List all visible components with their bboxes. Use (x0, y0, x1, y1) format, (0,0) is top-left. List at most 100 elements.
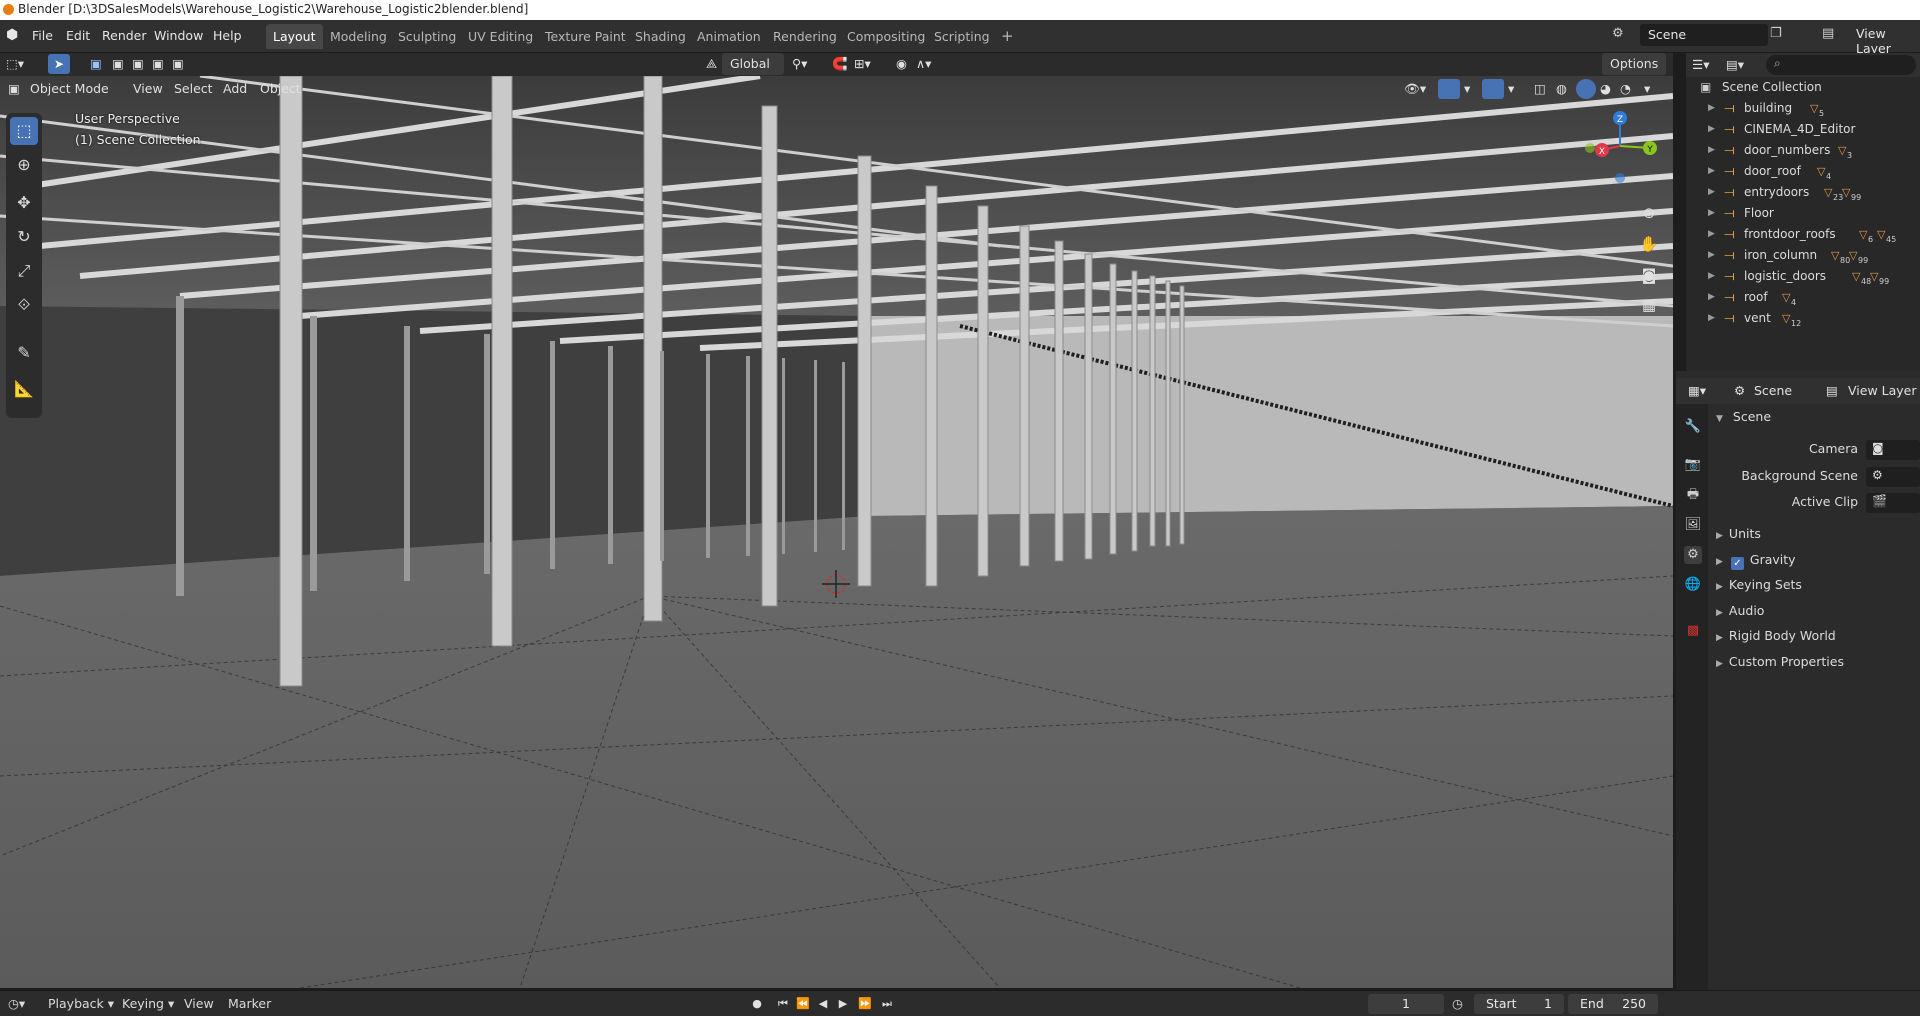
play-reverse-icon[interactable]: ◀ (814, 995, 832, 1013)
properties-section-row[interactable]: ▶ Audio (1716, 603, 1764, 618)
scene-selector-icon[interactable]: ⚙ (1612, 26, 1624, 41)
expand-arrow-icon[interactable]: ▶ (1708, 98, 1715, 119)
end-frame-field[interactable]: End 250 (1568, 994, 1658, 1014)
viewport-menu-object[interactable]: Object (260, 78, 301, 100)
play-icon[interactable]: ▶ (834, 995, 852, 1013)
viewport-menu-select[interactable]: Select (174, 78, 213, 100)
add-workspace-button[interactable]: + (994, 24, 1021, 49)
render-tab-icon[interactable]: 📷 (1684, 456, 1702, 474)
tab-animation[interactable]: Animation (690, 24, 768, 49)
tab-compositing[interactable]: Compositing (840, 24, 932, 49)
expand-arrow-icon[interactable]: ▶ (1708, 308, 1715, 329)
outliner-row[interactable]: ▶ ⟞ Floor (1686, 203, 1920, 224)
gizmo-toggle-icon[interactable] (1438, 79, 1460, 99)
shading-dropdown-icon[interactable]: ▾ (1644, 78, 1650, 100)
gizmo-dropdown-icon[interactable]: ▾ (1464, 78, 1470, 100)
outliner-row[interactable]: ▶ ⟞ vent ▽ 12 (1686, 308, 1920, 329)
expand-arrow-icon[interactable]: ▶ (1708, 140, 1715, 161)
timeline-editor-icon[interactable]: ◷▾ (8, 995, 25, 1013)
scene-field[interactable]: Scene (1640, 24, 1768, 46)
scene-tab-icon[interactable]: ⚙ (1684, 546, 1702, 564)
tab-modeling[interactable]: Modeling (323, 24, 394, 49)
outliner-row[interactable]: ▶ ⟞ door_numbers ▽ 3 (1686, 140, 1920, 161)
menu-render[interactable]: Render (102, 26, 147, 46)
camera-view-icon[interactable]: ◙ (1636, 262, 1662, 288)
jump-end-icon[interactable]: ⏭ (878, 995, 896, 1013)
overlay-toggle-icon[interactable] (1482, 79, 1504, 99)
navigation-gizmo[interactable]: Z Y X (1580, 106, 1660, 196)
properties-section-row[interactable]: ▶ Rigid Body World (1716, 628, 1836, 643)
tab-uv-editing[interactable]: UV Editing (461, 24, 540, 49)
properties-view-layer-label[interactable]: View Layer (1848, 380, 1917, 402)
jump-keyframe-back-icon[interactable]: ⏪ (794, 995, 812, 1013)
camera-field[interactable]: ◙ (1866, 440, 1920, 460)
properties-section-row[interactable]: ▶ Keying Sets (1716, 577, 1802, 592)
orientation-icon[interactable]: ⟁ (706, 53, 717, 75)
solid-shading-icon[interactable] (1576, 79, 1596, 99)
expand-arrow-icon[interactable]: ▶ (1708, 161, 1715, 182)
expand-arrow-icon[interactable]: ▶ (1708, 287, 1715, 308)
display-mode-icon[interactable]: ▤▾ (1726, 54, 1744, 76)
record-icon[interactable]: ● (748, 995, 766, 1013)
start-frame-field[interactable]: Start 1 (1474, 994, 1564, 1014)
transform-tool-icon[interactable]: ⟐ (10, 291, 38, 319)
select-mode-extend-icon[interactable]: ▣ (112, 53, 124, 75)
properties-scene-label[interactable]: Scene (1754, 380, 1792, 402)
properties-section-row[interactable]: ▶ Units (1716, 526, 1761, 541)
expand-arrow-icon[interactable]: ▶ (1708, 245, 1715, 266)
move-tool-icon[interactable]: ✥ (10, 189, 38, 217)
expand-arrow-icon[interactable]: ▶ (1708, 203, 1715, 224)
jump-start-icon[interactable]: ⏮ (774, 995, 792, 1013)
options-dropdown[interactable]: Options (1602, 53, 1666, 75)
object-mode-dropdown[interactable]: Object Mode (30, 78, 109, 100)
tab-layout[interactable]: Layout (266, 24, 323, 49)
view-layer-label[interactable]: View Layer (1856, 26, 1920, 56)
expand-arrow-icon[interactable]: ▶ (1708, 266, 1715, 287)
outliner-row[interactable]: ▶ ⟞ iron_column ▽ 80 ▽ 99 (1686, 245, 1920, 266)
menu-edit[interactable]: Edit (66, 26, 90, 46)
timeline-view-menu[interactable]: View (184, 995, 214, 1013)
scale-tool-icon[interactable]: ⤢ (10, 257, 38, 285)
outliner-editor-icon[interactable]: ☰▾ (1692, 54, 1709, 76)
marker-menu[interactable]: Marker (228, 995, 271, 1013)
world-tab-icon[interactable]: 🌐 (1684, 576, 1702, 594)
pivot-icon[interactable]: ⚲▾ (792, 53, 807, 75)
outliner-row[interactable]: ▶ ⟞ entrydoors ▽ 23 ▽ 99 (1686, 182, 1920, 203)
overlay-dropdown-icon[interactable]: ▾ (1508, 78, 1514, 100)
tab-texture-paint[interactable]: Texture Paint (538, 24, 633, 49)
properties-section-row[interactable]: ▶ ✓ Gravity (1716, 552, 1796, 570)
outliner-root-row[interactable]: ▣ Scene Collection (1686, 77, 1920, 98)
scene-panel-header[interactable]: ▼ Scene (1716, 409, 1771, 424)
expand-arrow-icon[interactable]: ▶ (1708, 182, 1715, 203)
jump-keyframe-forward-icon[interactable]: ⏩ (856, 995, 874, 1013)
blender-menu-icon[interactable]: ⬢ (6, 27, 22, 43)
keying-menu[interactable]: Keying ▾ (122, 995, 174, 1013)
texture-tab-icon[interactable]: ▩ (1684, 622, 1702, 640)
select-tool-icon[interactable]: ➤ (48, 54, 70, 74)
menu-window[interactable]: Window (154, 26, 203, 46)
outliner-row[interactable]: ▶ ⟞ door_roof ▽ 4 (1686, 161, 1920, 182)
properties-editor-icon[interactable]: ▦▾ (1688, 380, 1706, 402)
tab-shading[interactable]: Shading (628, 24, 693, 49)
select-mode-intersect-icon[interactable]: ▣ (172, 53, 184, 75)
3d-viewport[interactable]: User Perspective (1) Scene Collection Z … (0, 76, 1673, 988)
tab-rendering[interactable]: Rendering (766, 24, 844, 49)
outliner-row[interactable]: ▶ ⟞ logistic_doors ▽ 48 ▽ 99 (1686, 266, 1920, 287)
cursor-tool-icon[interactable]: ⊕ (10, 151, 38, 179)
properties-section-row[interactable]: ▶ Custom Properties (1716, 654, 1844, 669)
active-clip-field[interactable]: 🎬 (1866, 493, 1920, 513)
falloff-icon[interactable]: ∧▾ (916, 53, 931, 75)
ortho-grid-icon[interactable]: ▦ (1636, 292, 1662, 318)
annotate-tool-icon[interactable]: ✎ (10, 339, 38, 367)
orientation-dropdown[interactable]: Global (722, 53, 784, 75)
outliner-row[interactable]: ▶ ⟞ frontdoor_roofs ▽ 6 ▽ 45 (1686, 224, 1920, 245)
editor-type-icon[interactable]: ⬚▾ (6, 53, 24, 75)
tool-tab-icon[interactable]: 🔧 (1684, 418, 1702, 436)
tab-scripting[interactable]: Scripting (927, 24, 997, 49)
select-box-tool-icon[interactable]: ⬚ (10, 117, 38, 145)
outliner-row[interactable]: ▶ ⟞ building ▽ 5 (1686, 98, 1920, 119)
object-mode-icon[interactable]: ▣ (8, 78, 20, 100)
snap-target-icon[interactable]: ⊞▾ (854, 53, 871, 75)
gravity-checkbox[interactable]: ✓ (1730, 556, 1744, 570)
visibility-icon[interactable]: 👁▾ (1404, 78, 1426, 100)
